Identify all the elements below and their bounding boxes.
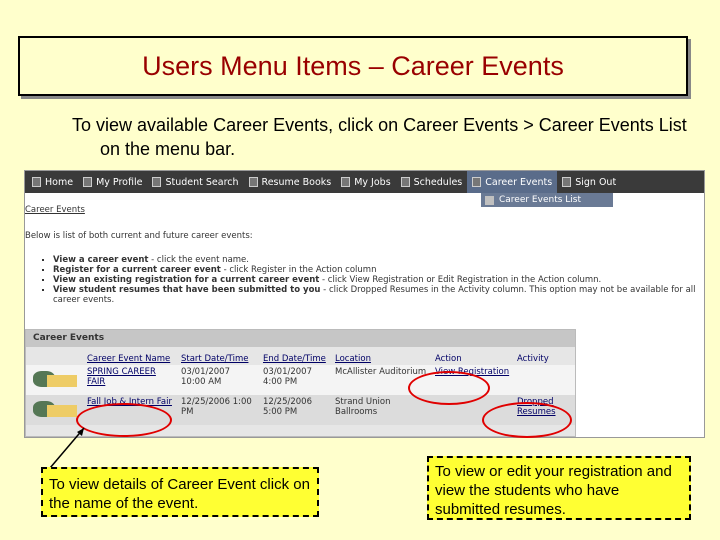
callout-text: To view or edit your registration and vi…	[435, 463, 672, 518]
callout-registration: To view or edit your registration and vi…	[427, 456, 691, 520]
callout-event-details: To view details of Career Event click on…	[41, 467, 319, 517]
callout-text: To view details of Career Event click on…	[49, 476, 310, 512]
